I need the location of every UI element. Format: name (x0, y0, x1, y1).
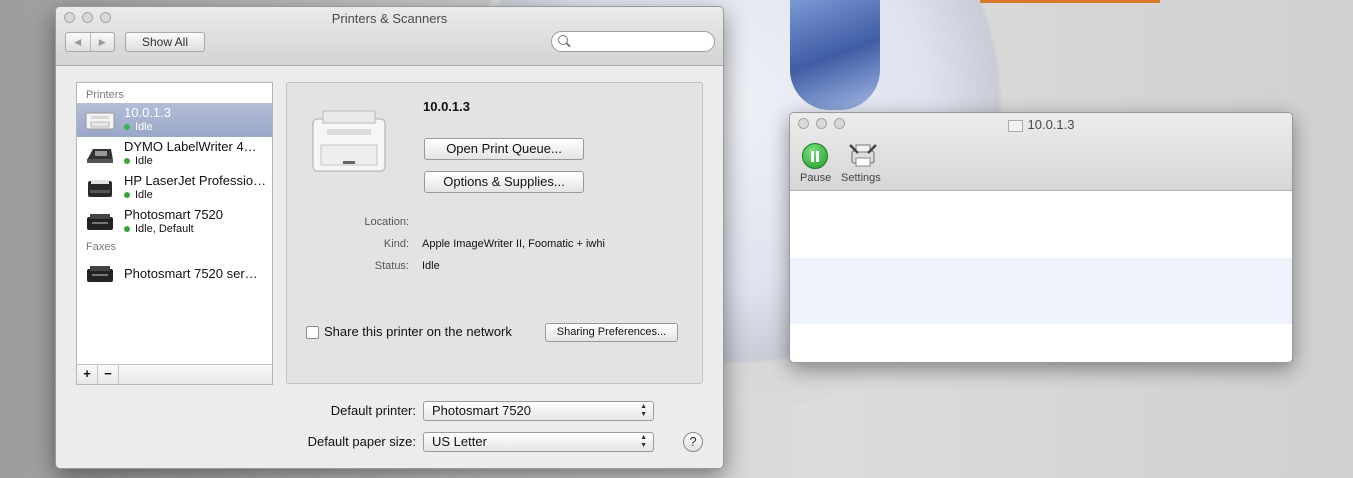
default-paper-size-label: Default paper size: (307, 434, 416, 449)
queue-window-title: 10.0.1.3 (790, 117, 1292, 132)
status-dot-icon (124, 226, 130, 233)
label-printer-icon (87, 149, 113, 163)
printer-row-dymo[interactable]: DYMO LabelWriter 4… Idle (77, 137, 272, 171)
printer-status-text: Idle (135, 155, 153, 167)
printer-row-hp-laserjet[interactable]: HP LaserJet Professio… Idle (77, 171, 272, 205)
search-icon (558, 35, 568, 45)
inkjet-printer-icon (87, 214, 113, 230)
document-icon (1007, 119, 1023, 132)
status-value: Idle (422, 260, 440, 272)
window-toolbar: Printers & Scanners ◀ ▶ Show All (56, 7, 723, 66)
desktop-background-art-detail (790, 0, 880, 110)
default-paper-size-value: US Letter (432, 434, 487, 449)
laser-printer-icon (88, 180, 112, 197)
printers-section-header: Printers (86, 89, 124, 101)
settings-icon[interactable] (848, 141, 878, 169)
printer-status: Idle (124, 155, 153, 167)
status-label: Status: (374, 260, 409, 272)
status-dot-icon (124, 158, 130, 165)
list-footer-bar: + − (77, 364, 272, 384)
printer-list: Printers 10.0.1.3 Idle DYMO LabelWriter … (76, 82, 273, 385)
popup-arrows-icon: ▲ ▼ (640, 403, 647, 418)
sharing-preferences-button[interactable]: Sharing Preferences... (545, 323, 678, 342)
share-printer-checkbox[interactable] (306, 326, 319, 339)
add-printer-button[interactable]: + (77, 365, 98, 384)
print-queue-window: 10.0.1.3 Pause Settings (789, 112, 1293, 363)
printer-row-10-0-1-3[interactable]: 10.0.1.3 Idle (77, 103, 272, 137)
location-label: Location: (364, 216, 409, 228)
status-dot-icon (124, 192, 130, 199)
selected-printer-name: 10.0.1.3 (423, 99, 470, 114)
queue-toolbar: 10.0.1.3 Pause Settings (790, 113, 1292, 191)
share-printer-label[interactable]: Share this printer on the network (324, 324, 512, 339)
printer-name: Photosmart 7520 (124, 207, 224, 222)
printer-icon (85, 112, 115, 130)
pause-icon[interactable] (802, 143, 828, 169)
settings-label[interactable]: Settings (841, 172, 881, 184)
open-print-queue-button[interactable]: Open Print Queue... (424, 138, 584, 160)
kind-value: Apple ImageWriter II, Foomatic + iwhi (422, 238, 605, 250)
options-supplies-button[interactable]: Options & Supplies... (424, 171, 584, 193)
popup-arrows-icon: ▲ ▼ (640, 434, 647, 449)
fax-row-photosmart[interactable]: Photosmart 7520 ser… (77, 257, 272, 291)
back-button[interactable]: ◀ (66, 33, 90, 51)
printer-status-text: Idle (135, 189, 153, 201)
remove-printer-button[interactable]: − (98, 365, 119, 384)
printer-status-text: Idle, Default (135, 223, 194, 235)
printer-status: Idle (124, 189, 153, 201)
queue-list-row-alternate (790, 258, 1292, 324)
pause-label[interactable]: Pause (800, 172, 831, 184)
printer-large-icon (312, 110, 386, 172)
printer-status-text: Idle (135, 121, 153, 133)
printer-row-photosmart[interactable]: Photosmart 7520 Idle, Default (77, 205, 272, 239)
printer-status: Idle (124, 121, 153, 133)
window-title: Printers & Scanners (331, 11, 448, 26)
printer-status: Idle, Default (124, 223, 194, 235)
back-forward-control: ◀ ▶ (65, 32, 115, 52)
show-all-button[interactable]: Show All (125, 32, 205, 52)
queue-window-title-text: 10.0.1.3 (1027, 117, 1075, 132)
search-field[interactable] (551, 31, 715, 52)
fax-icon (87, 266, 113, 282)
printer-name: 10.0.1.3 (124, 105, 171, 120)
desktop-background-stripe (980, 0, 1160, 3)
faxes-section-header: Faxes (86, 241, 116, 253)
printer-name: DYMO LabelWriter 4… (124, 139, 257, 154)
fax-name: Photosmart 7520 ser… (124, 266, 258, 281)
help-button[interactable]: ? (683, 432, 703, 452)
forward-button[interactable]: ▶ (89, 33, 115, 51)
printer-detail-panel: 10.0.1.3 Open Print Queue... Options & S… (286, 82, 703, 384)
default-printer-popup[interactable]: Photosmart 7520 ▲ ▼ (423, 401, 654, 421)
status-dot-icon (124, 124, 130, 131)
kind-label: Kind: (383, 238, 409, 250)
default-printer-value: Photosmart 7520 (432, 403, 532, 418)
printer-name: HP LaserJet Professio… (124, 173, 267, 188)
default-printer-label: Default printer: (330, 403, 416, 418)
default-paper-size-popup[interactable]: US Letter ▲ ▼ (423, 432, 654, 452)
printers-scanners-window: Printers & Scanners ◀ ▶ Show All Printer… (55, 6, 724, 469)
